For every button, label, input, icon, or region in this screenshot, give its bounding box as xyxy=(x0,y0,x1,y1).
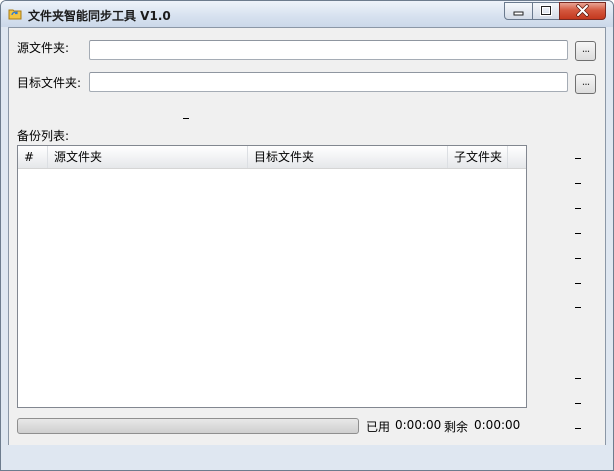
close-icon xyxy=(576,4,589,17)
placeholder-dash xyxy=(575,258,581,259)
source-folder-input[interactable] xyxy=(89,40,568,60)
elapsed-label: 已用 xyxy=(366,420,391,434)
column-header-subfolder[interactable]: 子文件夹 xyxy=(448,146,508,168)
target-folder-input[interactable] xyxy=(89,72,568,92)
placeholder-dash xyxy=(183,118,189,119)
status-bar xyxy=(1,445,613,470)
sync-progress-bar xyxy=(17,418,359,434)
backup-list[interactable]: # 源文件夹 目标文件夹 子文件夹 xyxy=(17,145,527,408)
placeholder-dash xyxy=(575,283,581,284)
maximize-icon xyxy=(540,5,552,16)
target-folder-label: 目标文件夹: xyxy=(17,76,82,90)
target-browse-button[interactable]: ... xyxy=(575,74,596,94)
maximize-button[interactable] xyxy=(532,2,560,20)
minimize-button[interactable] xyxy=(504,2,533,20)
column-header-target[interactable]: 目标文件夹 xyxy=(248,146,448,168)
source-folder-label: 源文件夹: xyxy=(17,41,70,55)
folder-sync-icon xyxy=(8,9,22,20)
list-header: # 源文件夹 目标文件夹 子文件夹 xyxy=(18,146,526,169)
placeholder-dash xyxy=(575,378,581,379)
window-title: 文件夹智能同步工具 V1.0 xyxy=(28,9,171,23)
remaining-time: 0:00:00 xyxy=(474,418,521,432)
column-header-index[interactable]: # xyxy=(18,146,48,168)
main-panel: 源文件夹: ... 目标文件夹: ... 备份列表: # 源文件夹 目标文件夹 … xyxy=(8,27,606,464)
placeholder-dash xyxy=(575,403,581,404)
placeholder-dash xyxy=(575,208,581,209)
app-window: 文件夹智能同步工具 V1.0 源文件夹: ... 目标文件夹: ... 备份列表… xyxy=(0,0,614,471)
placeholder-dash xyxy=(575,233,581,234)
placeholder-dash xyxy=(575,158,581,159)
title-bar[interactable]: 文件夹智能同步工具 V1.0 xyxy=(1,1,613,27)
backup-list-label: 备份列表: xyxy=(17,129,70,143)
remaining-label: 剩余 xyxy=(444,420,469,434)
column-header-source[interactable]: 源文件夹 xyxy=(48,146,248,168)
placeholder-dash xyxy=(575,307,581,308)
placeholder-dash xyxy=(575,183,581,184)
minimize-icon xyxy=(513,11,524,16)
elapsed-time: 0:00:00 xyxy=(395,418,442,432)
close-button[interactable] xyxy=(559,2,606,20)
source-browse-button[interactable]: ... xyxy=(575,41,596,61)
placeholder-dash xyxy=(575,428,581,429)
